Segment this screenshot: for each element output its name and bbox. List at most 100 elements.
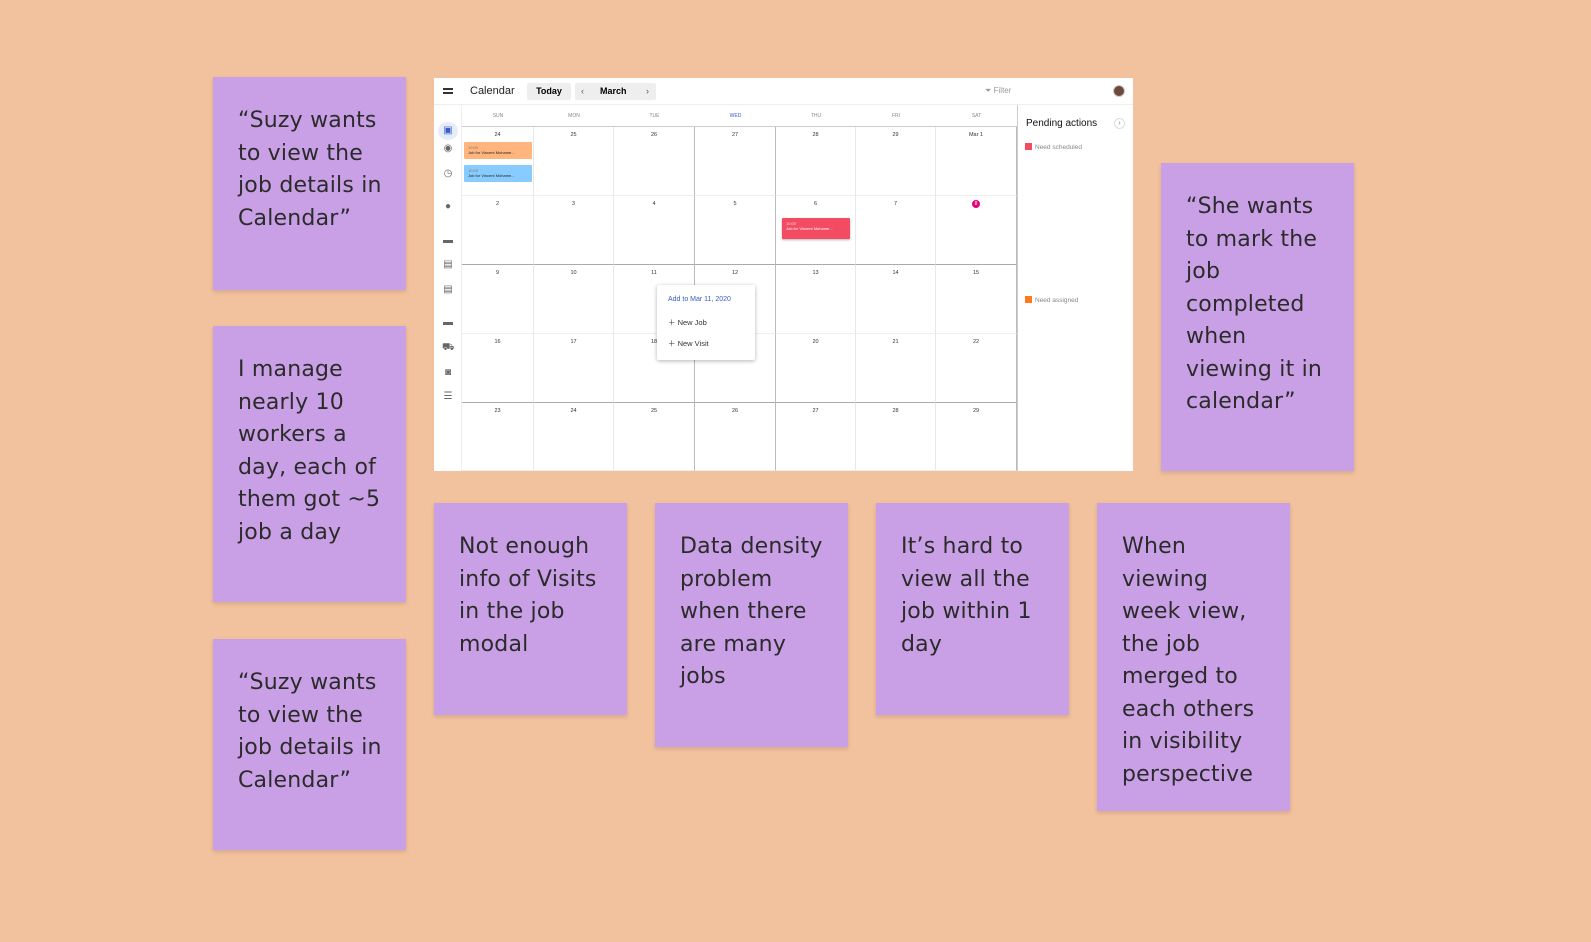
new-visit-label: New Visit [677, 339, 709, 348]
day-cell[interactable]: 24 [534, 403, 614, 471]
day-cell[interactable]: 14 [856, 265, 936, 334]
today-button[interactable]: Today [527, 83, 571, 100]
sidebar: ▣ ◉ ◷ ● ▬ ▤ ▤ ▬ ⛟ ◙ ☰ [434, 105, 462, 471]
month-nav: ‹ March › [575, 83, 656, 100]
popup-title: Add to Mar 11, 2020 [668, 296, 731, 303]
day-cell[interactable]: 13 [776, 265, 856, 334]
day-cell[interactable]: 3 [534, 196, 614, 265]
day-cell[interactable]: 26 [614, 127, 695, 196]
day-cell[interactable]: 27 [776, 403, 856, 471]
day-cell[interactable]: 28 [856, 403, 936, 471]
page-title: Calendar [470, 85, 515, 97]
day-cell[interactable]: 9 [462, 265, 534, 334]
day-number: Mar 1 [968, 132, 984, 138]
menu-icon[interactable] [443, 88, 453, 94]
user-icon[interactable]: ● [442, 202, 454, 212]
day-cell[interactable]: 2 [462, 196, 534, 265]
day-cell[interactable]: 5 [695, 196, 776, 265]
filter-label: Filter [993, 86, 1012, 95]
new-job-button[interactable]: ＋ New Job [668, 317, 707, 328]
cart-icon[interactable]: ⛟ [442, 343, 455, 353]
job-event[interactable]: 10:00 Job for Vincent Mohame... [782, 218, 850, 239]
new-job-label: New Job [677, 318, 707, 327]
day-number: 6 [813, 201, 818, 207]
day-number: 21 [892, 339, 899, 345]
toolbox-icon[interactable]: ▬ [442, 318, 454, 328]
day-number: 13 [812, 270, 819, 276]
day-number: 27 [812, 408, 819, 414]
day-number: 16 [494, 339, 501, 345]
event-title: Job for Vincent Mohame... [468, 173, 515, 178]
day-cell[interactable]: 25 [614, 403, 695, 471]
prev-month-button[interactable]: ‹ [581, 83, 584, 100]
day-cell[interactable]: 21 [856, 334, 936, 403]
event-title: Job for Vincent Mohame... [468, 150, 515, 155]
filter-button[interactable]: ⏷ Filter [985, 86, 1011, 96]
day-cell[interactable]: 22 [936, 334, 1017, 403]
need-assigned[interactable]: Need assigned [1025, 296, 1078, 304]
weekday-header: THU [776, 105, 856, 127]
day-cell[interactable]: 27 [695, 127, 776, 196]
day-cell[interactable]: 29 [936, 403, 1017, 471]
camera-icon[interactable]: ◙ [442, 368, 454, 378]
filter-icon: ⏷ [985, 86, 994, 95]
day-cell[interactable]: 20 [776, 334, 856, 403]
job-event[interactable]: 10:00 Job for Vincent Mohame... [464, 165, 532, 182]
sticky-note: “She wants to mark the job completed whe… [1161, 163, 1354, 471]
day-cell[interactable]: 8 [936, 196, 1017, 265]
chevron-right-icon[interactable]: › [1114, 118, 1125, 129]
month-label: March [600, 86, 627, 96]
day-number: 8 [972, 200, 980, 208]
top-bar: Calendar Today ‹ March › ⏷ Filter [434, 78, 1133, 105]
day-cell[interactable]: 4 [614, 196, 695, 265]
day-cell[interactable]: 29 [856, 127, 936, 196]
document-icon[interactable]: ▤ [442, 260, 454, 270]
weekday-header: MON [534, 105, 614, 127]
day-cell[interactable]: 23 [462, 403, 534, 471]
day-number: 20 [812, 339, 819, 345]
day-number: 11 [651, 270, 657, 276]
day-cell[interactable]: 28 [776, 127, 856, 196]
add-popup: Add to Mar 11, 2020 ＋ New Job ＋ New Visi… [657, 285, 755, 360]
day-cell[interactable]: 26 [695, 403, 776, 471]
day-cell[interactable]: 16 [462, 334, 534, 403]
day-cell[interactable]: Mar 1 [936, 127, 1017, 196]
avatar[interactable] [1113, 85, 1125, 97]
pending-actions-panel: Pending actions › Need scheduled Need as… [1017, 105, 1133, 471]
day-number: 28 [812, 132, 819, 138]
day-cell[interactable]: 10 [534, 265, 614, 334]
settings-icon[interactable]: ☰ [442, 392, 454, 402]
gift-icon [1025, 296, 1032, 303]
event-title: Job for Vincent Mohame... [786, 226, 833, 231]
briefcase-icon[interactable]: ▬ [442, 236, 454, 246]
day-number: 25 [570, 132, 577, 138]
weekday-header: SUN [462, 105, 534, 127]
new-visit-button[interactable]: ＋ New Visit [668, 338, 709, 349]
day-number: 27 [731, 132, 739, 138]
sticky-note: I manage nearly 10 workers a day, each o… [213, 326, 406, 602]
day-cell[interactable]: 7 [856, 196, 936, 265]
day-cell[interactable]: 15 [936, 265, 1017, 334]
day-number: 26 [650, 132, 658, 138]
day-cell[interactable]: 25 [534, 127, 614, 196]
calendar-icon[interactable]: ▣ [438, 122, 458, 140]
day-number: 2 [495, 201, 500, 207]
clock-icon[interactable]: ◷ [442, 169, 454, 179]
job-event[interactable]: 10:00 Job for Vincent Mohame... [464, 142, 532, 159]
next-month-button[interactable]: › [646, 83, 649, 100]
day-number: 26 [731, 408, 739, 414]
day-number: 29 [892, 132, 899, 138]
calendar-icon [1025, 143, 1032, 150]
weekday-header: WED [695, 105, 776, 127]
location-icon[interactable]: ◉ [442, 144, 454, 154]
day-cell[interactable]: 24 [462, 127, 534, 196]
day-number: 28 [892, 408, 899, 414]
weekday-header: TUE [614, 105, 695, 127]
need-scheduled[interactable]: Need scheduled [1025, 143, 1082, 151]
day-number: 22 [972, 339, 980, 345]
sticky-note: “Suzy wants to view the job details in C… [213, 639, 406, 850]
invoice-icon[interactable]: ▤ [442, 285, 454, 295]
plus-icon: ＋ [668, 318, 678, 327]
day-cell[interactable]: 17 [534, 334, 614, 403]
day-number: 12 [731, 270, 739, 276]
